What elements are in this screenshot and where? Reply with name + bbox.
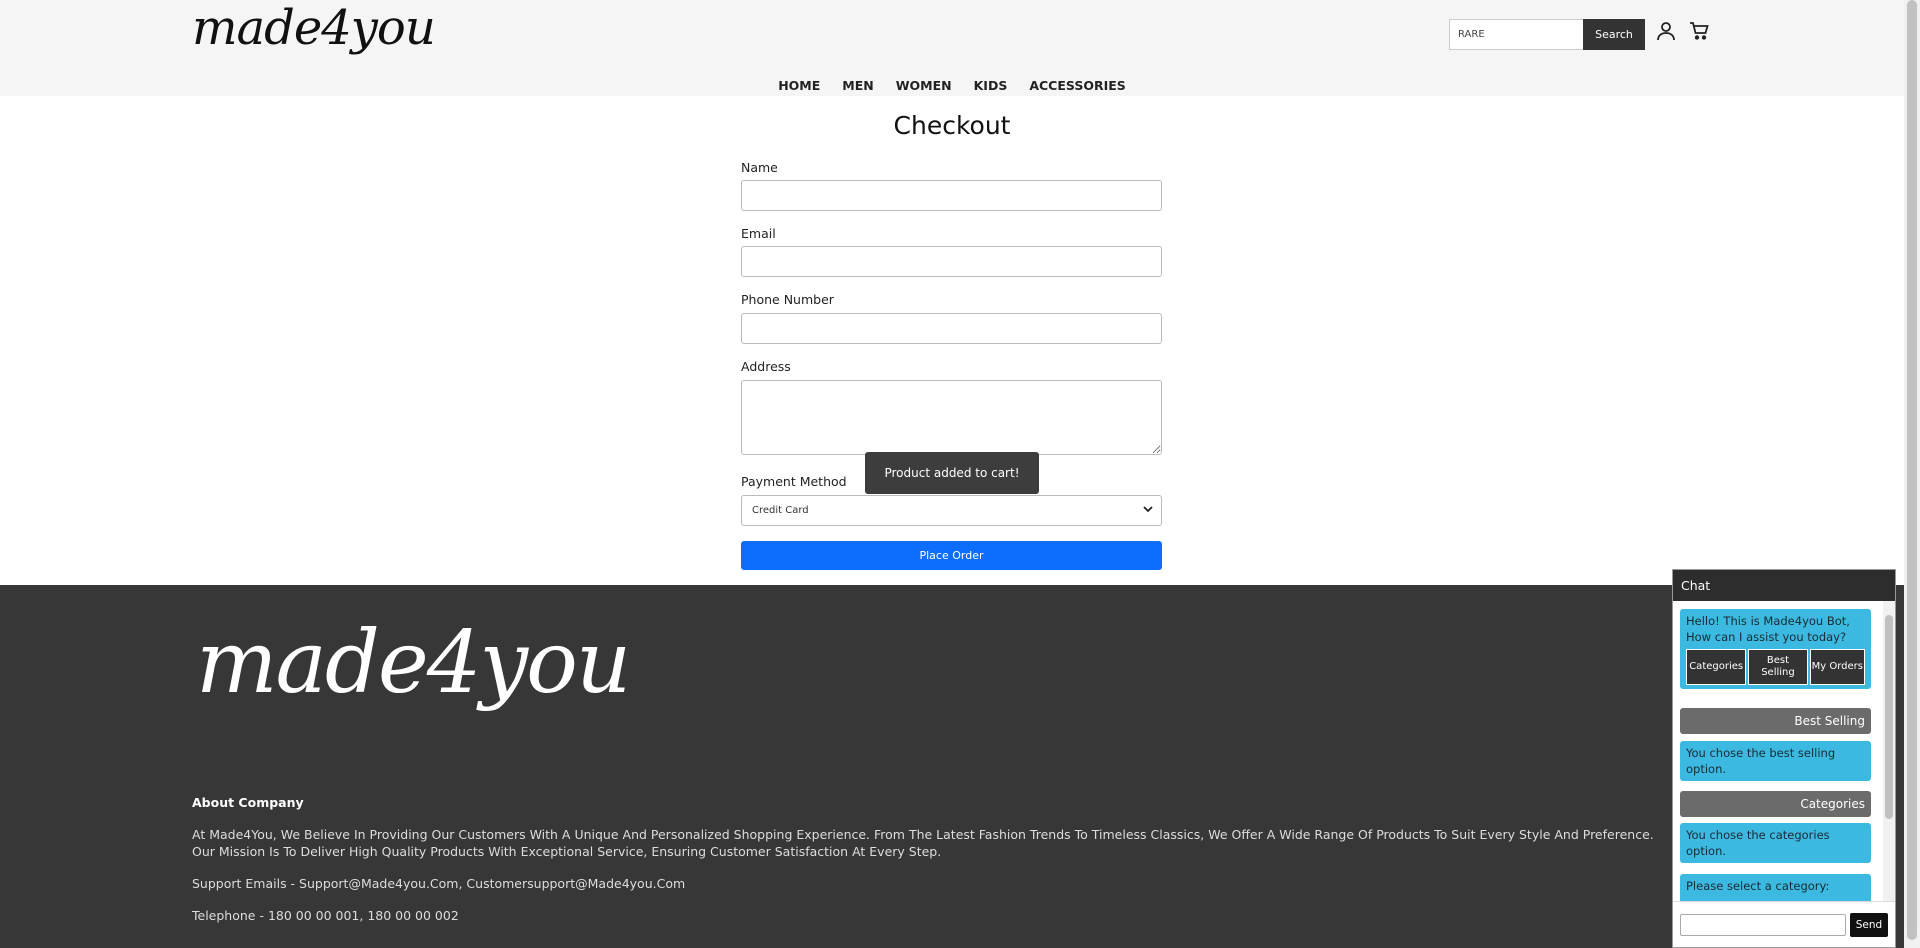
chat-messages: Hello! This is Made4you Bot, How can I a…: [1673, 601, 1895, 901]
chat-send-button[interactable]: Send: [1850, 913, 1888, 937]
nav-home[interactable]: HOME: [778, 78, 820, 93]
user-message: Categories: [1680, 791, 1871, 817]
user-icon[interactable]: [1655, 20, 1677, 42]
toast-notification: Product added to cart!: [865, 452, 1039, 494]
site-header: made4you Search HOME MEN WOMEN KIDS ACCE…: [0, 0, 1904, 96]
search-input[interactable]: [1449, 19, 1583, 50]
chat-input-bar: Send: [1673, 901, 1895, 947]
page-scrollbar-thumb[interactable]: [1907, 0, 1917, 940]
nav-accessories[interactable]: ACCESSORIES: [1029, 78, 1125, 93]
address-label: Address: [741, 359, 791, 374]
chat-option-best-selling[interactable]: Best Selling: [1748, 649, 1808, 685]
nav-men[interactable]: MEN: [842, 78, 873, 93]
phone-label: Phone Number: [741, 292, 834, 307]
footer-logo: made4you: [196, 613, 631, 713]
email-field[interactable]: [741, 246, 1162, 277]
chat-message-input[interactable]: [1680, 914, 1846, 936]
chat-option-my-orders[interactable]: My Orders: [1809, 649, 1866, 685]
address-field[interactable]: [741, 380, 1162, 455]
chat-scrollbar-thumb[interactable]: [1885, 615, 1893, 819]
chat-widget: Chat Hello! This is Made4you Bot, How ca…: [1672, 569, 1896, 948]
main-nav: HOME MEN WOMEN KIDS ACCESSORIES: [0, 78, 1904, 93]
site-logo[interactable]: made4you: [192, 0, 436, 56]
chat-header[interactable]: Chat: [1673, 570, 1895, 601]
email-label: Email: [741, 226, 776, 241]
chat-option-categories[interactable]: Categories: [1686, 649, 1747, 685]
about-heading: About Company: [192, 795, 304, 810]
search-bar: Search: [1449, 19, 1645, 50]
payment-selected-value: Credit Card: [752, 505, 809, 516]
support-emails: Support Emails - Support@Made4you.Com, C…: [192, 876, 686, 891]
bot-message: You chose the categories option.: [1680, 823, 1871, 863]
bot-message: You chose the best selling option.: [1680, 741, 1871, 781]
name-field[interactable]: [741, 180, 1162, 211]
user-message: Best Selling: [1680, 708, 1871, 734]
chevron-down-icon: [1143, 505, 1153, 516]
site-footer: made4you About Company At Made4You, We B…: [0, 585, 1904, 948]
telephone: Telephone - 180 00 00 001, 180 00 00 002: [192, 908, 459, 923]
page-title: Checkout: [893, 111, 1011, 140]
name-label: Name: [741, 160, 778, 175]
bot-greeting: Hello! This is Made4you Bot, How can I a…: [1686, 614, 1850, 644]
nav-kids[interactable]: KIDS: [974, 78, 1008, 93]
chat-scrollbar[interactable]: [1883, 601, 1895, 901]
bot-message: Please select a category:: [1680, 874, 1871, 901]
page-scrollbar[interactable]: [1904, 0, 1920, 948]
search-button[interactable]: Search: [1583, 19, 1645, 50]
nav-women[interactable]: WOMEN: [896, 78, 952, 93]
about-text: At Made4You, We Believe In Providing Our…: [192, 827, 1654, 859]
chat-options: Categories Best Selling My Orders: [1686, 649, 1866, 685]
payment-label: Payment Method: [741, 474, 847, 489]
place-order-button[interactable]: Place Order: [741, 541, 1162, 570]
phone-field[interactable]: [741, 313, 1162, 344]
cart-icon[interactable]: [1688, 20, 1710, 42]
payment-method-select[interactable]: Credit Card: [741, 495, 1162, 526]
bot-message: Hello! This is Made4you Bot, How can I a…: [1680, 609, 1871, 689]
